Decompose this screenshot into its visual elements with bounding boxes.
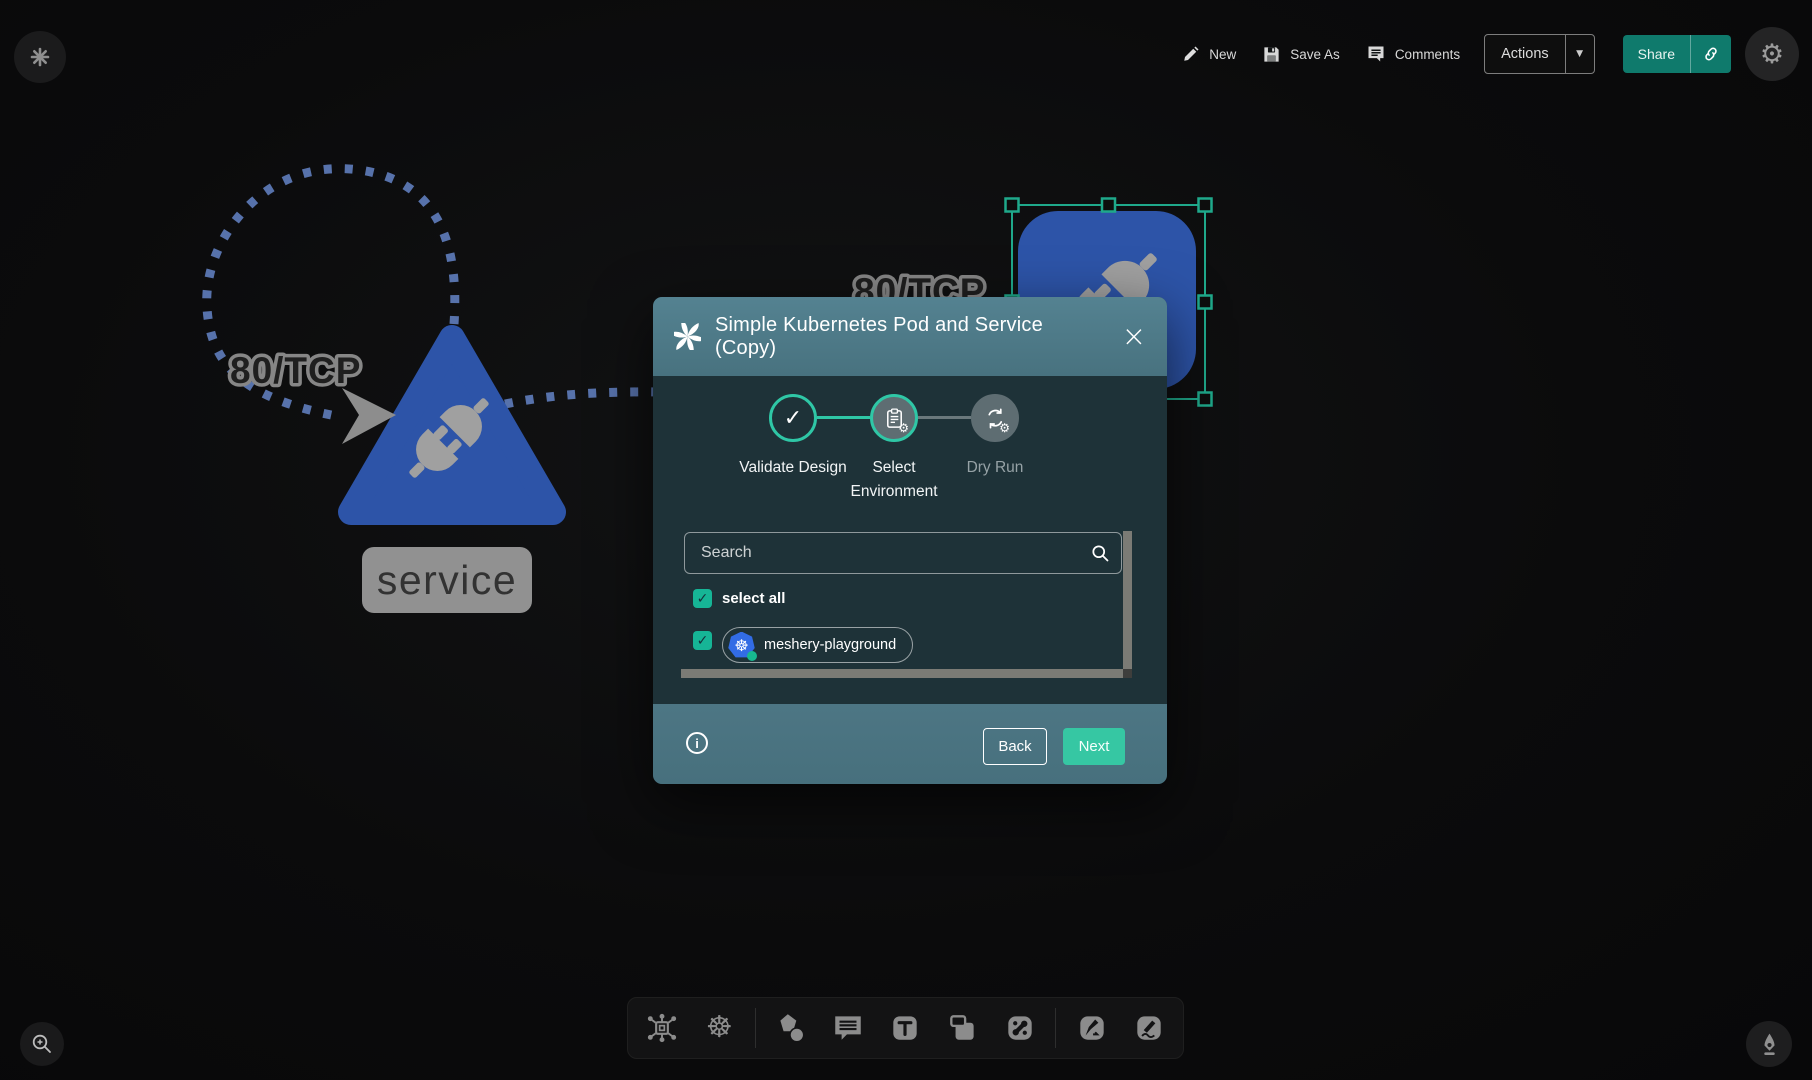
pencil-icon bbox=[1182, 45, 1200, 63]
media-icon[interactable] bbox=[941, 1006, 985, 1050]
shapes-icon[interactable] bbox=[769, 1006, 813, 1050]
step-connector bbox=[817, 416, 870, 419]
toolbar-divider bbox=[1055, 1008, 1056, 1048]
environment-search-input[interactable] bbox=[684, 532, 1122, 574]
toolbar-divider bbox=[755, 1008, 756, 1048]
comment-icon bbox=[1366, 44, 1386, 64]
zoom-in-button[interactable] bbox=[20, 1022, 64, 1066]
check-icon: ✓ bbox=[784, 406, 802, 431]
meshery-design-canvas-page: { "canvas": { "service_node_label": "ser… bbox=[0, 0, 1812, 1080]
back-button[interactable]: Back bbox=[983, 728, 1047, 765]
share-button[interactable]: Share bbox=[1623, 35, 1731, 73]
text-icon[interactable] bbox=[883, 1006, 927, 1050]
step-label-dry-run: Dry Run bbox=[935, 456, 1055, 480]
new-button[interactable]: New bbox=[1182, 45, 1236, 63]
environment-name: meshery-playground bbox=[764, 637, 896, 653]
step-dry-run[interactable]: ⚙ bbox=[971, 394, 1019, 442]
comments-button[interactable]: Comments bbox=[1366, 44, 1460, 64]
environment-checkbox[interactable]: ✓ bbox=[693, 631, 712, 650]
zoom-in-icon bbox=[30, 1032, 54, 1056]
next-button[interactable]: Next bbox=[1063, 728, 1125, 765]
pen-tool-icon[interactable] bbox=[1070, 1006, 1114, 1050]
info-icon[interactable]: i bbox=[686, 732, 708, 754]
edge-label-port: 80/TCP bbox=[230, 350, 361, 391]
connected-status-dot bbox=[747, 651, 757, 661]
header-toolbar: New Save As Comments Actions ▼ Share bbox=[1182, 33, 1799, 75]
copy-link-icon[interactable] bbox=[1691, 45, 1731, 63]
step-select-environment[interactable]: ⚙ bbox=[870, 394, 918, 442]
save-as-button[interactable]: Save As bbox=[1262, 45, 1340, 64]
vertical-scrollbar[interactable] bbox=[1123, 531, 1132, 669]
horizontal-scrollbar[interactable] bbox=[681, 669, 1123, 678]
modal-footer: i Back Next bbox=[653, 704, 1167, 784]
canvas-toolbar: ☸ bbox=[627, 997, 1184, 1059]
comment-icon[interactable] bbox=[826, 1006, 870, 1050]
select-all-checkbox[interactable]: ✓ bbox=[693, 589, 712, 608]
step-connector bbox=[918, 416, 971, 419]
kubernetes-icon: ☸ bbox=[728, 632, 755, 659]
save-icon bbox=[1262, 45, 1281, 64]
modal-header: Simple Kubernetes Pod and Service (Copy)… bbox=[653, 297, 1167, 376]
check-icon: ✓ bbox=[697, 633, 709, 649]
deploy-design-modal: Simple Kubernetes Pod and Service (Copy)… bbox=[653, 297, 1167, 784]
environment-chip[interactable]: ☸ meshery-playground bbox=[722, 627, 913, 663]
scrollbar-corner bbox=[1123, 669, 1132, 678]
gear-icon: ⚙ bbox=[1760, 41, 1784, 68]
service-node[interactable] bbox=[351, 338, 553, 512]
select-all-label: select all bbox=[722, 590, 785, 607]
kubernetes-icon[interactable]: ☸ bbox=[697, 1006, 741, 1050]
close-icon[interactable]: × bbox=[1122, 322, 1146, 351]
gear-icon: ⚙ bbox=[999, 422, 1010, 434]
meshery-logo-icon bbox=[29, 46, 51, 68]
pen-nib-icon bbox=[1757, 1032, 1782, 1057]
settings-button[interactable]: ⚙ bbox=[1745, 27, 1799, 81]
modal-title: Simple Kubernetes Pod and Service (Copy) bbox=[715, 314, 1108, 360]
actions-button[interactable]: Actions ▼ bbox=[1484, 34, 1595, 74]
component-icon[interactable] bbox=[640, 1006, 684, 1050]
chevron-down-icon[interactable]: ▼ bbox=[1566, 49, 1594, 59]
search-icon[interactable] bbox=[1090, 543, 1111, 564]
gear-icon: ⚙ bbox=[898, 422, 909, 434]
step-validate-design[interactable]: ✓ bbox=[769, 394, 817, 442]
meshery-logo-icon bbox=[674, 323, 701, 350]
pen-mode-button[interactable] bbox=[1746, 1021, 1792, 1067]
relationship-icon[interactable] bbox=[998, 1006, 1042, 1050]
sketch-icon[interactable] bbox=[1127, 1006, 1171, 1050]
service-node-label: service bbox=[362, 547, 532, 613]
meshery-logo-button[interactable] bbox=[14, 31, 66, 83]
check-icon: ✓ bbox=[697, 591, 709, 607]
